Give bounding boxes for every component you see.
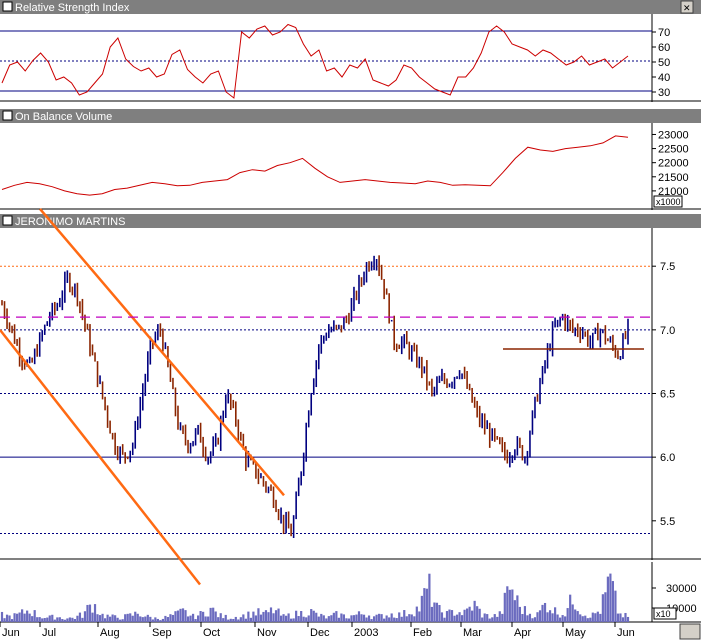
price-tick-label: 7.5 <box>660 261 675 273</box>
x-tick-label: Aug <box>100 627 120 639</box>
price-tick-label: 7.0 <box>660 325 675 337</box>
rsi-tick-label: 70 <box>658 27 670 39</box>
obv-tick-label: 22000 <box>658 158 689 170</box>
x-tick-label: Jun <box>2 627 20 639</box>
rsi-tick-label: 50 <box>658 57 670 69</box>
x-tick-label: Feb <box>413 627 432 639</box>
x-tick-label: Mar <box>463 627 482 639</box>
x-tick-label: Oct <box>203 627 220 639</box>
rsi-checkbox-icon[interactable] <box>2 1 13 12</box>
price-tick-label: 5.5 <box>660 516 675 528</box>
rsi-tick-label: 60 <box>658 42 670 54</box>
x-axis: Jun Jul Aug Sep Oct Nov Dec 2003 Feb Mar Apr May Jun <box>0 622 635 639</box>
price-tick-label: 6.5 <box>660 389 675 401</box>
price-panel: JERONIMO MARTINS 5.5 6.0 6.5 7.0 7.5 <box>0 208 701 586</box>
obv-tick-label: 22500 <box>658 144 689 156</box>
scroll-right-button[interactable] <box>679 623 701 640</box>
rsi-title: Relative Strength Index <box>15 2 130 14</box>
obv-tick-label: 21500 <box>658 172 689 184</box>
price-checkbox-icon[interactable] <box>2 215 13 226</box>
obv-checkbox-icon[interactable] <box>2 110 13 121</box>
x-tick-label: Sep <box>152 627 172 639</box>
x-tick-label: 2003 <box>354 627 378 639</box>
volume-tick-label: 30000 <box>666 583 697 595</box>
stock-chart: Relative Strength Index ✕ 30 40 50 60 70 On … <box>0 0 701 640</box>
obv-title: On Balance Volume <box>15 111 112 123</box>
rsi-tick-label: 30 <box>658 87 670 99</box>
rsi-plot-area <box>0 14 652 102</box>
x-tick-label: Dec <box>310 627 330 639</box>
x-tick-label: Apr <box>514 627 531 639</box>
rsi-tick-label: 40 <box>658 72 670 84</box>
obv-tick-label: 23000 <box>658 129 689 141</box>
obv-panel: On Balance Volume 2100021500220002250023… <box>0 109 701 210</box>
volume-multiplier-label: x10 <box>656 609 671 619</box>
obv-series-line <box>1 135 629 196</box>
trend-line-upper <box>39 208 285 497</box>
volume-panel: 1000030000 x10 <box>0 562 701 623</box>
x-tick-label: Jun <box>617 627 635 639</box>
x-tick-label: Jul <box>42 627 56 639</box>
close-icon: ✕ <box>683 3 691 13</box>
x-tick-label: May <box>565 627 586 639</box>
rsi-panel: Relative Strength Index ✕ 30 40 50 60 70 <box>0 0 701 102</box>
obv-multiplier-label: x1000 <box>656 197 681 207</box>
price-title: JERONIMO MARTINS <box>15 216 125 228</box>
x-tick-label: Nov <box>257 627 277 639</box>
price-tick-label: 6.0 <box>660 452 675 464</box>
